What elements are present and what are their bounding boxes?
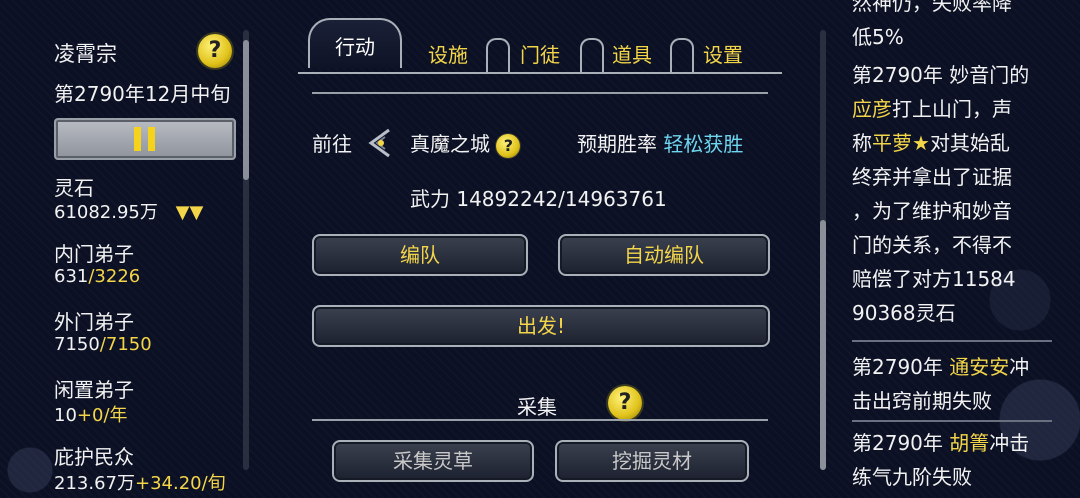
- log-text: 冲击: [989, 431, 1030, 455]
- action-panel: 行动 设施 门徒 道具 设置 前往 真魔之城 ? 预期胜率 轻松获胜 武力 14…: [290, 0, 790, 498]
- win-rate-label: 预期胜率: [577, 132, 657, 156]
- left-scrollbar[interactable]: [243, 30, 249, 470]
- log-line: 称平萝★对其始乱: [852, 126, 1062, 160]
- depart-button[interactable]: 出发!: [312, 305, 770, 347]
- pause-icon: [134, 127, 141, 151]
- gather-divider: [312, 419, 768, 421]
- log-line: 第2790年 胡箐冲击: [852, 426, 1062, 460]
- outer-disciples-current: 7150: [54, 334, 100, 355]
- character-name[interactable]: 通安安: [949, 355, 1009, 379]
- goto-label: 前往: [312, 132, 352, 156]
- target-select-arrow-icon[interactable]: [365, 128, 397, 158]
- trend-down-icon: ▼▼: [175, 202, 204, 223]
- idle-disciples-current: 10: [54, 405, 77, 426]
- sect-name: 凌霄宗: [54, 42, 117, 66]
- log-text: 第2790年: [852, 355, 950, 379]
- idle-disciples-rate: +0/年: [76, 405, 128, 426]
- sect-status-panel: 凌霄宗 ? 第2790年12月中旬 灵石 61082.95万 ▼▼ 内门弟子 6…: [0, 0, 250, 498]
- mine-material-button[interactable]: 挖掘灵材: [555, 440, 749, 482]
- power-value: 14892242/14963761: [456, 187, 667, 211]
- log-entry: 第2790年 胡箐冲击 练气九阶失败: [852, 426, 1062, 494]
- log-scrollbar-thumb[interactable]: [820, 220, 826, 470]
- outer-disciples-max: /7150: [99, 334, 152, 355]
- protected-people-current: 213.67万: [54, 473, 135, 494]
- log-line: 应彦打上山门，声: [852, 92, 1062, 126]
- inner-disciples-max: /3226: [88, 266, 141, 287]
- win-rate-row: 预期胜率 轻松获胜: [577, 128, 743, 157]
- log-scrollbar[interactable]: [820, 30, 826, 470]
- spirit-stone-row: 61082.95万 ▼▼: [54, 198, 203, 224]
- section-divider: [312, 92, 768, 94]
- log-line: 然神仍，失败率降: [852, 0, 1012, 15]
- gather-help-icon[interactable]: ?: [608, 386, 642, 420]
- tab-action[interactable]: 行动: [308, 18, 402, 68]
- log-line: 赔偿了对方11584: [852, 267, 1016, 291]
- character-name[interactable]: 胡箐: [949, 431, 989, 455]
- log-line: 90368灵石: [852, 301, 956, 325]
- log-entry: 第2790年 通安安冲 击出窍前期失败: [852, 350, 1062, 418]
- log-entry: 然神仍，失败率降 低5%: [852, 0, 1062, 54]
- inner-disciples-value: 631/3226: [54, 266, 140, 287]
- tab-items[interactable]: 道具: [602, 38, 662, 74]
- inner-disciples-label: 内门弟子: [54, 242, 134, 266]
- spirit-stone-label: 灵石: [54, 176, 94, 200]
- log-text: 第2790年: [852, 431, 950, 455]
- log-text: 对其始乱: [929, 131, 1010, 155]
- pause-button[interactable]: [54, 118, 236, 160]
- log-text: 打上山门，声: [892, 97, 1012, 121]
- event-log-panel: 然神仍，失败率降 低5% 第2790年 妙音门的 应彦打上山门，声 称平萝★对其…: [810, 0, 1080, 498]
- idle-disciples-label: 闲置弟子: [54, 378, 134, 402]
- spirit-stone-value: 61082.95万: [54, 202, 158, 223]
- log-separator: [852, 340, 1052, 342]
- team-button[interactable]: 编队: [312, 234, 528, 276]
- tab-facilities[interactable]: 设施: [418, 38, 478, 74]
- log-line: 第2790年 妙音门的: [852, 58, 1062, 92]
- tab-ornament: [670, 38, 694, 74]
- win-rate-value: 轻松获胜: [663, 132, 744, 156]
- log-line: 第2790年 通安安冲: [852, 350, 1062, 384]
- inner-disciples-current: 631: [54, 266, 89, 287]
- target-help-icon[interactable]: ?: [496, 133, 521, 158]
- protected-people-value: 213.67万+34.20/旬: [54, 469, 226, 495]
- outer-disciples-label: 外门弟子: [54, 310, 134, 334]
- character-name[interactable]: 平萝★: [872, 131, 930, 155]
- tab-ornament: [580, 38, 604, 74]
- log-line: 练气九阶失败: [852, 465, 972, 489]
- log-line: 击出窍前期失败: [852, 389, 992, 413]
- log-text: 称: [852, 131, 872, 155]
- auto-team-button[interactable]: 自动编队: [558, 234, 770, 276]
- tab-ornament: [486, 38, 510, 74]
- log-text: 第2790年 妙音门的: [852, 63, 1030, 87]
- tab-disciples[interactable]: 门徒: [510, 38, 570, 74]
- gather-title: 采集: [517, 395, 557, 419]
- log-separator: [852, 420, 1052, 422]
- log-line: 门的关系，不得不: [852, 233, 1012, 257]
- left-scrollbar-thumb[interactable]: [243, 40, 249, 180]
- help-icon[interactable]: ?: [198, 34, 232, 68]
- power-row: 武力 14892242/14963761: [410, 183, 667, 212]
- pause-icon-bar: [148, 127, 155, 151]
- power-label: 武力: [410, 187, 450, 211]
- log-entry: 第2790年 妙音门的 应彦打上山门，声 称平萝★对其始乱 终弃并拿出了证据 ，…: [852, 58, 1062, 330]
- character-name[interactable]: 应彦: [852, 97, 892, 121]
- target-name: 真魔之城: [410, 132, 490, 156]
- idle-disciples-value: 10+0/年: [54, 401, 128, 427]
- outer-disciples-value: 7150/7150: [54, 334, 152, 355]
- tab-bar: 行动 设施 门徒 道具 设置: [290, 8, 790, 78]
- game-date: 第2790年12月中旬: [54, 82, 231, 106]
- log-line: ，为了维护和妙音: [852, 199, 1012, 223]
- log-text: 冲: [1009, 355, 1030, 379]
- protected-people-rate: +34.20/旬: [134, 473, 226, 494]
- protected-people-label: 庇护民众: [54, 445, 134, 469]
- log-line: 低5%: [852, 25, 904, 49]
- tab-settings[interactable]: 设置: [693, 38, 753, 74]
- gather-herb-button[interactable]: 采集灵草: [332, 440, 534, 482]
- log-line: 终弃并拿出了证据: [852, 165, 1012, 189]
- target-row: 真魔之城 ?: [410, 128, 521, 158]
